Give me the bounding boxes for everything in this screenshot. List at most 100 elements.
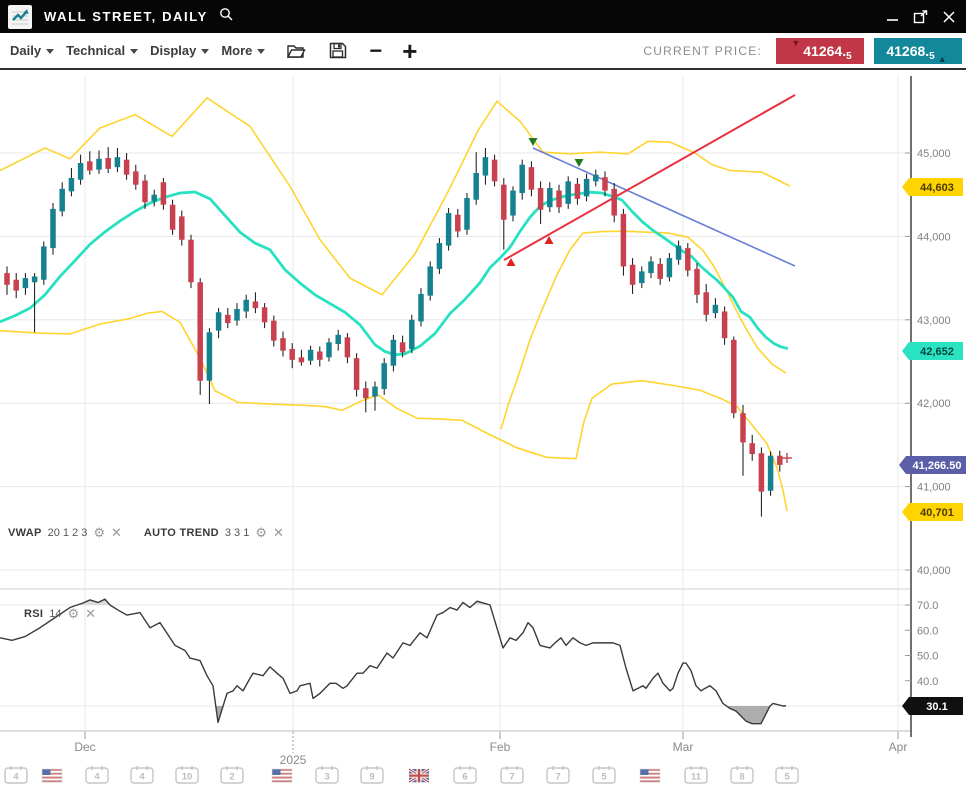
current-price-group: CURRENT PRICE: ▼41264.5 41268.5▲: [643, 38, 962, 64]
app-logo-icon: [8, 5, 32, 29]
menu-display[interactable]: Display: [150, 43, 209, 58]
close-button[interactable]: [942, 10, 956, 24]
candle: [630, 265, 636, 285]
gear-icon[interactable]: ⚙: [93, 526, 105, 539]
title-bar: WALL STREET, DAILY: [0, 0, 966, 33]
candle: [50, 209, 56, 248]
svg-text:10: 10: [182, 772, 193, 783]
candle: [124, 160, 130, 175]
events-strip[interactable]: 4 4 4 10 2 3 9 6 7 7 5 11 8 5: [5, 766, 798, 783]
svg-text:5: 5: [601, 772, 607, 783]
calendar-event-icon[interactable]: 5: [776, 766, 798, 783]
calendar-event-icon[interactable]: 8: [731, 766, 753, 783]
menu-technical[interactable]: Technical: [66, 43, 138, 58]
menu-timeframe[interactable]: Daily: [10, 43, 54, 58]
bollinger-inner-band: [501, 231, 786, 429]
us-flag-icon[interactable]: [640, 769, 660, 782]
candle: [4, 273, 10, 285]
close-icon[interactable]: ✕: [85, 607, 96, 620]
candle: [345, 337, 351, 357]
candle: [667, 258, 673, 277]
arrow-up-icon: ▲: [938, 54, 947, 64]
trendline-down[interactable]: [533, 148, 795, 266]
candle: [207, 332, 213, 380]
candle: [299, 357, 305, 362]
candle: [437, 243, 443, 269]
svg-text:40,000: 40,000: [917, 565, 951, 577]
rsi-label: RSI: [24, 608, 43, 620]
candle: [722, 311, 728, 338]
candle: [161, 182, 167, 205]
svg-text:Dec: Dec: [74, 740, 95, 754]
zoom-in-button[interactable]: +: [402, 46, 417, 56]
gear-icon[interactable]: ⚙: [255, 526, 267, 539]
svg-text:44,603: 44,603: [920, 182, 954, 194]
save-icon[interactable]: [329, 42, 347, 59]
price-axis[interactable]: 45,00044,00043,00042,00041,00040,00070.0…: [905, 76, 951, 737]
candle: [41, 246, 47, 279]
restore-button[interactable]: [913, 9, 928, 24]
calendar-event-icon[interactable]: 2: [221, 766, 243, 783]
calendar-event-icon[interactable]: 7: [501, 766, 523, 783]
gear-icon[interactable]: ⚙: [68, 607, 80, 620]
svg-text:40,701: 40,701: [920, 507, 954, 519]
calendar-event-icon[interactable]: 4: [86, 766, 108, 783]
calendar-event-icon[interactable]: 7: [547, 766, 569, 783]
svg-text:2025: 2025: [280, 753, 307, 767]
calendar-event-icon[interactable]: 11: [685, 766, 707, 783]
price-chart[interactable]: 45,00044,00043,00042,00041,00040,00070.0…: [0, 0, 966, 788]
time-axis[interactable]: Dec2025FebMarApr: [74, 732, 907, 767]
minimize-button[interactable]: [886, 10, 899, 23]
candle: [602, 177, 608, 190]
candle: [234, 309, 240, 321]
candle: [427, 266, 433, 295]
candle: [464, 198, 470, 230]
menu-more[interactable]: More: [221, 43, 265, 58]
candle: [372, 387, 378, 397]
candle: [510, 191, 516, 216]
trendline-up[interactable]: [504, 95, 795, 260]
candle: [363, 388, 369, 398]
svg-text:4: 4: [94, 772, 100, 783]
candle: [538, 188, 544, 210]
candle: [216, 312, 222, 330]
close-icon[interactable]: ✕: [273, 526, 284, 539]
candlestick-series[interactable]: [4, 147, 782, 516]
calendar-event-icon[interactable]: 3: [316, 766, 338, 783]
zoom-out-button[interactable]: −: [369, 46, 382, 56]
calendar-event-icon[interactable]: 6: [454, 766, 476, 783]
us-flag-icon[interactable]: [42, 769, 62, 782]
candle: [262, 307, 268, 322]
us-flag-icon[interactable]: [272, 769, 292, 782]
open-folder-icon[interactable]: [287, 43, 307, 59]
candle: [418, 294, 424, 322]
chevron-down-icon: [46, 49, 54, 54]
candle: [657, 264, 663, 279]
svg-text:42,652: 42,652: [920, 346, 954, 358]
calendar-event-icon[interactable]: 4: [5, 766, 27, 783]
calendar-event-icon[interactable]: 9: [361, 766, 383, 783]
candle: [501, 185, 507, 220]
candle: [253, 301, 259, 308]
candle: [354, 358, 360, 390]
calendar-event-icon[interactable]: 4: [131, 766, 153, 783]
buy-price-button[interactable]: 41268.5▲: [874, 38, 962, 64]
sell-price-button[interactable]: ▼41264.5: [776, 38, 864, 64]
trading-app-window: { "window": {"title": "WALL STREET, DAIL…: [0, 0, 966, 788]
candle: [446, 213, 452, 246]
candle: [335, 335, 341, 344]
candle: [271, 321, 277, 341]
candle: [676, 246, 682, 260]
calendar-event-icon[interactable]: 10: [176, 766, 198, 783]
calendar-event-icon[interactable]: 5: [593, 766, 615, 783]
candle: [96, 159, 102, 170]
svg-text:45,000: 45,000: [917, 148, 951, 160]
candle: [188, 240, 194, 283]
uk-flag-icon[interactable]: [409, 769, 429, 782]
close-icon[interactable]: ✕: [111, 526, 122, 539]
auto-trend-label: AUTO TREND: [144, 527, 219, 539]
candle: [133, 171, 139, 184]
svg-text:Feb: Feb: [490, 740, 511, 754]
rsi-indicator-row: RSI 14 ⚙ ✕: [24, 607, 96, 620]
search-icon[interactable]: [218, 6, 234, 27]
